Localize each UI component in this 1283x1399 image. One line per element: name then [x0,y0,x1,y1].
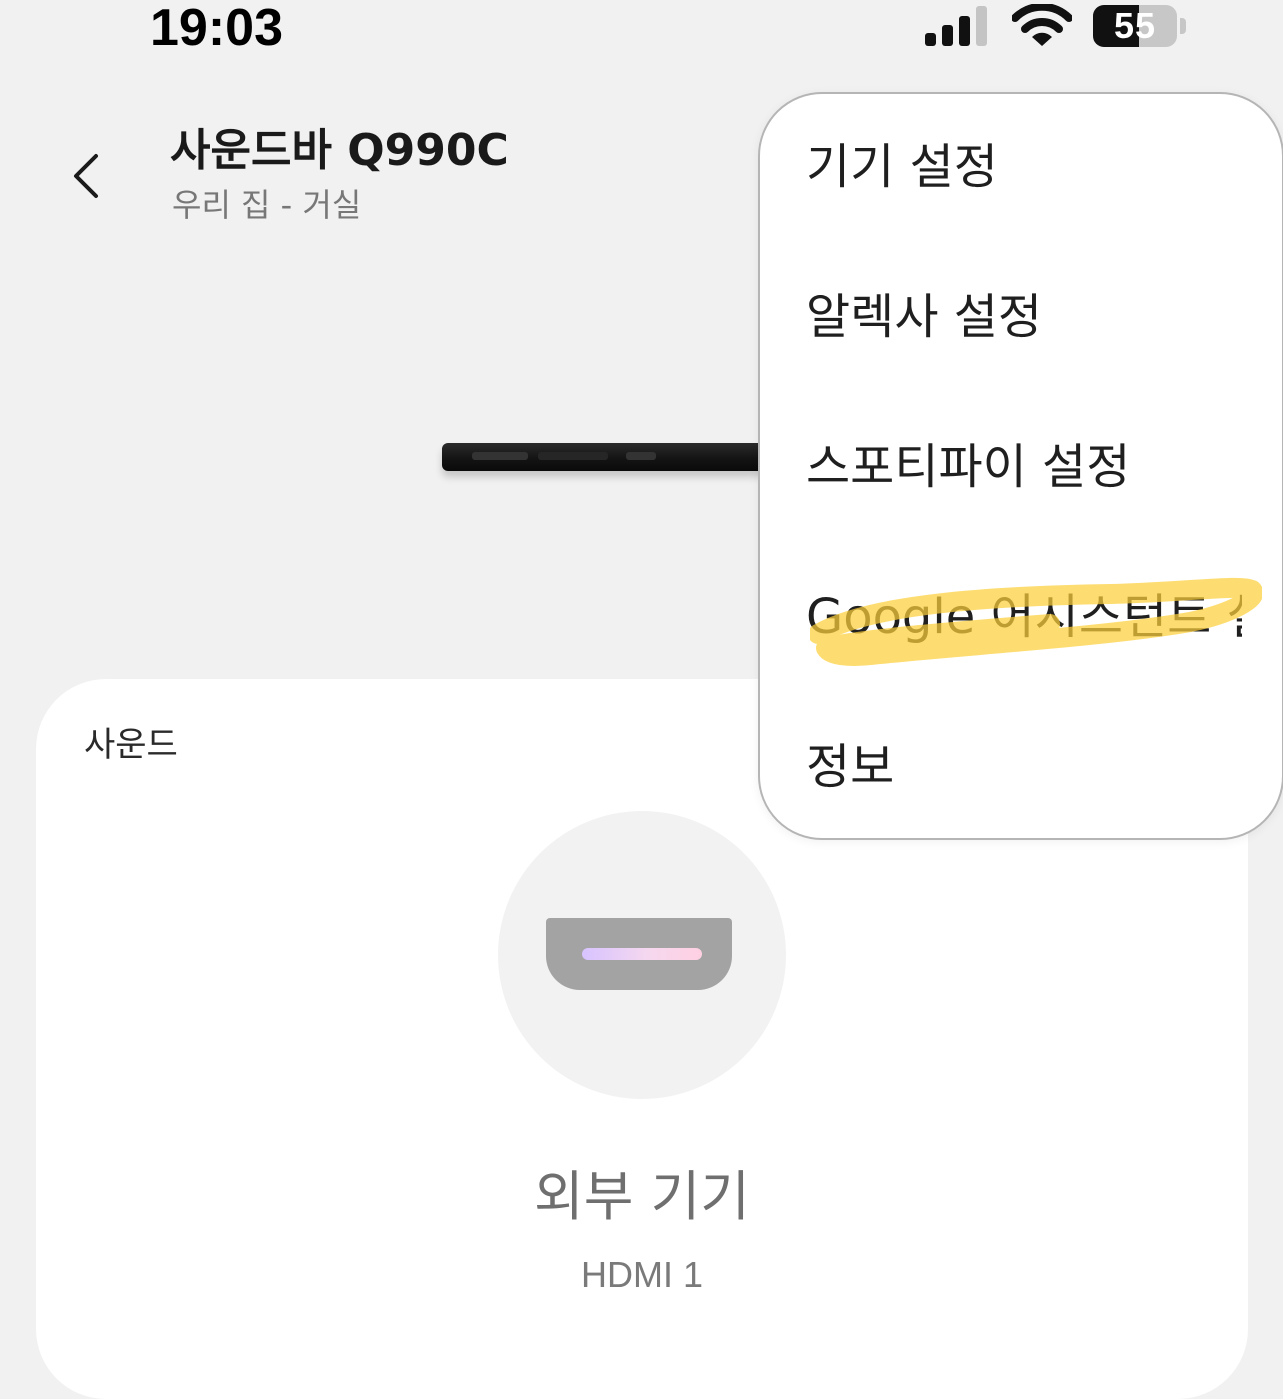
menu-item-spotify-settings[interactable]: 스포티파이 설정 [806,432,1282,502]
source-name: 외부 기기 [534,1165,750,1228]
battery-level: 55 [1113,5,1157,46]
chevron-left-icon [74,154,98,198]
hdmi-glow [582,948,702,960]
soundbar-buttons [472,452,528,460]
source-button[interactable] [498,811,786,1099]
soundbar-sensor [626,452,656,460]
menu-item-google-assistant-settings[interactable]: Google 어시스턴트 설정 [806,582,1242,652]
battery-icon: 55 [1093,5,1177,47]
device-location: 우리 집 - 거실 [172,186,362,224]
back-button[interactable] [62,148,112,204]
battery-cap [1180,18,1186,34]
hdmi-icon [546,918,732,990]
sound-card-label: 사운드 [84,725,178,765]
overflow-menu: 기기 설정 알렉사 설정 스포티파이 설정 Google 어시스턴트 설정 정보 [758,92,1283,840]
device-title: 사운드바 Q990C [170,125,509,176]
cellular-signal-icon [925,6,987,46]
soundbar-image [442,443,782,471]
source-detail: HDMI 1 [580,1254,703,1295]
menu-item-device-settings[interactable]: 기기 설정 [806,132,1282,202]
status-time: 19:03 [150,0,283,57]
menu-item-alexa-settings[interactable]: 알렉사 설정 [806,282,1282,352]
wifi-icon [1012,4,1072,46]
menu-item-info[interactable]: 정보 [806,732,1282,802]
soundbar-grille [538,452,608,460]
